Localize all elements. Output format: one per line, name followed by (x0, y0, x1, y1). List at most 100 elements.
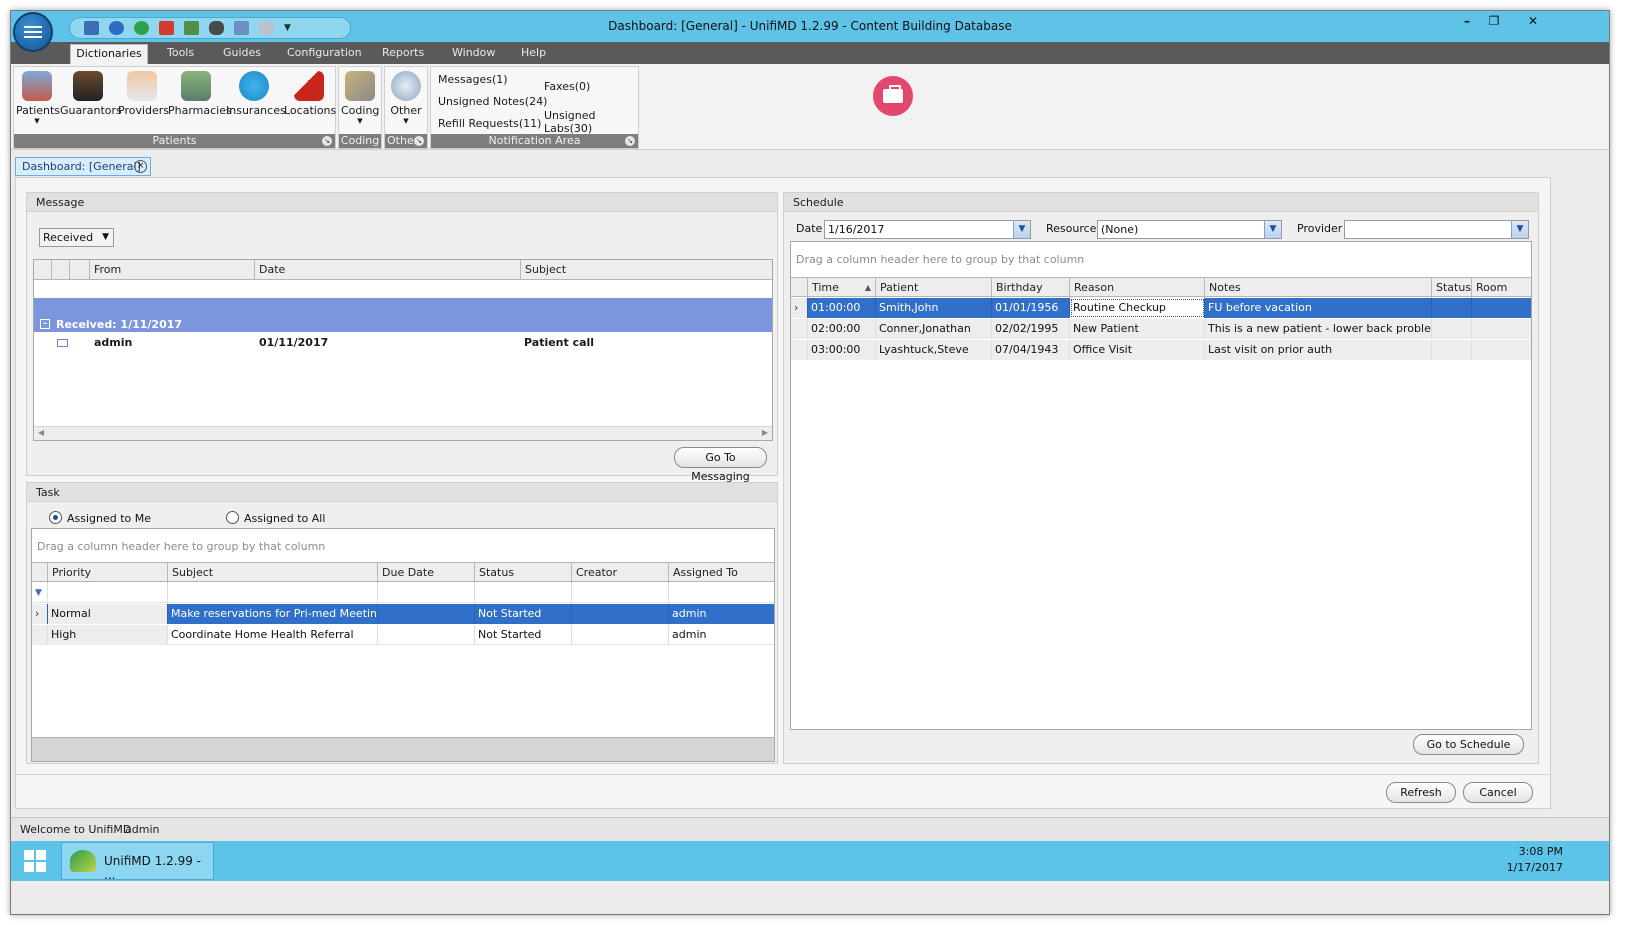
notification-group-expand-icon[interactable]: ↘ (625, 136, 635, 146)
go-to-schedule-button[interactable]: Go to Schedule (1413, 734, 1524, 755)
column-time[interactable]: Time ▲ (808, 278, 876, 298)
message-row[interactable]: admin 01/11/2017 Patient call (34, 333, 772, 353)
column-subject[interactable]: Subject (168, 563, 378, 583)
patients-group-expand-icon[interactable]: ↘ (322, 136, 332, 146)
menu-bar: Dictionaries Tools Guides Configuration … (11, 42, 1609, 64)
provider-dropdown[interactable]: ▼ (1344, 220, 1529, 239)
unsigned-labs-link[interactable]: Unsigned Labs(30) (544, 109, 638, 135)
go-to-messaging-button[interactable]: Go To Messaging (674, 447, 767, 483)
pharmacies-button[interactable]: Pharmacies (168, 71, 232, 117)
column-birthday[interactable]: Birthday (992, 278, 1070, 298)
date-picker[interactable]: 1/16/2017 ▼ (824, 220, 1031, 239)
location-pin-icon (294, 71, 324, 101)
scroll-left-icon[interactable]: ◀ (38, 428, 44, 437)
app-menu-button[interactable] (13, 12, 53, 52)
scroll-right-icon[interactable]: ▶ (762, 428, 768, 437)
assigned-to-all-label[interactable]: Assigned to All (244, 512, 325, 525)
menu-window[interactable]: Window (452, 46, 495, 59)
filter-icon[interactable]: ▼ (32, 583, 48, 603)
spreadsheet-icon[interactable] (184, 21, 199, 35)
restore-button[interactable]: ❐ (1481, 12, 1507, 31)
refill-requests-link[interactable]: Refill Requests(11) (438, 117, 541, 130)
column-date[interactable]: Date (255, 260, 521, 280)
patients-button[interactable]: Patients ▼ (16, 71, 60, 125)
insurances-button[interactable]: Insurances (226, 71, 286, 117)
resource-dropdown[interactable]: (None) ▼ (1097, 220, 1282, 239)
chevron-down-icon[interactable]: ▼ (1013, 221, 1030, 238)
column-assigned-to[interactable]: Assigned To (669, 563, 774, 583)
column-patient[interactable]: Patient (876, 278, 992, 298)
column-subject[interactable]: Subject (521, 260, 772, 280)
faxes-link[interactable]: Faxes(0) (544, 80, 590, 93)
paste-icon[interactable] (259, 21, 274, 35)
taskbar-app-button[interactable]: UnifiMD 1.2.99 - ... (61, 842, 214, 882)
schedule-panel: Schedule Date 1/16/2017 ▼ Resource (None… (783, 192, 1539, 764)
column-reason[interactable]: Reason (1070, 278, 1205, 298)
column-status[interactable]: Status (475, 563, 572, 583)
column-from[interactable]: From (90, 260, 255, 280)
schedule-grid-header: Time ▲ Patient Birthday Reason Notes Sta… (791, 277, 1531, 298)
providers-button[interactable]: Providers (118, 71, 169, 117)
other-button[interactable]: Other ▼ (387, 71, 425, 125)
printer-icon[interactable] (209, 21, 224, 35)
coding-group-title: Coding (339, 134, 381, 148)
close-tab-icon[interactable]: × (134, 160, 147, 173)
patients-dropdown-icon: ▼ (34, 117, 40, 125)
column-status[interactable]: Status (1432, 278, 1472, 298)
customize-toolbar-icon[interactable]: ▼ (284, 23, 291, 33)
task-filter-row[interactable]: ▼ (32, 583, 774, 603)
assigned-to-me-radio[interactable] (49, 511, 62, 524)
close-button[interactable]: ✕ (1516, 12, 1550, 31)
column-due-date[interactable]: Due Date (378, 563, 475, 583)
column-notes[interactable]: Notes (1205, 278, 1432, 298)
tab-dashboard-general[interactable]: Dashboard: [General] × (15, 157, 151, 176)
undo-icon[interactable] (109, 21, 124, 35)
copy-icon[interactable] (234, 21, 249, 35)
task-panel-title: Task (27, 483, 777, 502)
table-row[interactable]: 03:00:00 Lyashtuck,Steve 07/04/1943 Offi… (791, 340, 1531, 360)
locations-button[interactable]: Locations (284, 71, 336, 117)
current-user: admin (125, 823, 160, 836)
other-group-expand-icon[interactable]: ↘ (414, 136, 424, 146)
chevron-down-icon[interactable]: ▼ (1511, 221, 1528, 238)
table-row[interactable]: › 01:00:00 Smith,John 01/01/1956 Routine… (791, 298, 1531, 318)
message-group-row[interactable]: – Received: 1/11/2017 (34, 298, 772, 332)
menu-tools[interactable]: Tools (167, 46, 194, 59)
guarantors-button[interactable]: Guarantors (60, 71, 122, 117)
collapse-icon[interactable]: – (40, 319, 50, 329)
assigned-to-all-radio[interactable] (226, 511, 239, 524)
table-row[interactable]: High Coordinate Home Health Referral Not… (32, 625, 774, 645)
delete-icon[interactable] (159, 21, 174, 35)
menu-help[interactable]: Help (521, 46, 546, 59)
notification-group-title: Notification Area (431, 134, 638, 148)
unsigned-notes-link[interactable]: Unsigned Notes(24) (438, 95, 547, 108)
menu-reports[interactable]: Reports (382, 46, 424, 59)
start-button[interactable] (17, 847, 53, 875)
guarantors-icon (73, 71, 103, 101)
coding-dropdown-icon: ▼ (357, 117, 363, 125)
task-grid-header: Priority Subject Due Date Status Creator… (32, 562, 774, 583)
refresh-icon[interactable] (134, 21, 149, 35)
chevron-down-icon[interactable]: ▼ (1264, 221, 1281, 238)
message-horizontal-scrollbar[interactable]: ◀ ▶ (34, 426, 772, 440)
messages-link[interactable]: Messages(1) (438, 73, 508, 86)
refresh-button[interactable]: Refresh (1386, 782, 1456, 803)
column-room[interactable]: Room (1472, 278, 1531, 298)
cancel-button[interactable]: Cancel (1463, 782, 1533, 803)
coding-button[interactable]: Coding ▼ (341, 71, 379, 125)
toolbox-logo-icon (873, 76, 913, 116)
save-icon[interactable] (84, 21, 99, 35)
column-creator[interactable]: Creator (572, 563, 669, 583)
table-row[interactable]: 02:00:00 Conner,Jonathan 02/02/1995 New … (791, 319, 1531, 339)
message-panel: Message Received ▼ From Date Subject – R… (26, 192, 778, 483)
schedule-panel-title: Schedule (784, 193, 1538, 212)
other-dropdown-icon: ▼ (403, 117, 409, 125)
column-priority[interactable]: Priority (48, 563, 168, 583)
menu-configuration[interactable]: Configuration (287, 46, 362, 59)
minimize-button[interactable]: – (1454, 12, 1480, 31)
menu-dictionaries[interactable]: Dictionaries (70, 44, 148, 64)
assigned-to-me-label[interactable]: Assigned to Me (67, 512, 151, 525)
menu-guides[interactable]: Guides (223, 46, 261, 59)
table-row[interactable]: › Normal Make reservations for Pri-med M… (32, 604, 774, 624)
message-panel-title: Message (27, 193, 777, 212)
